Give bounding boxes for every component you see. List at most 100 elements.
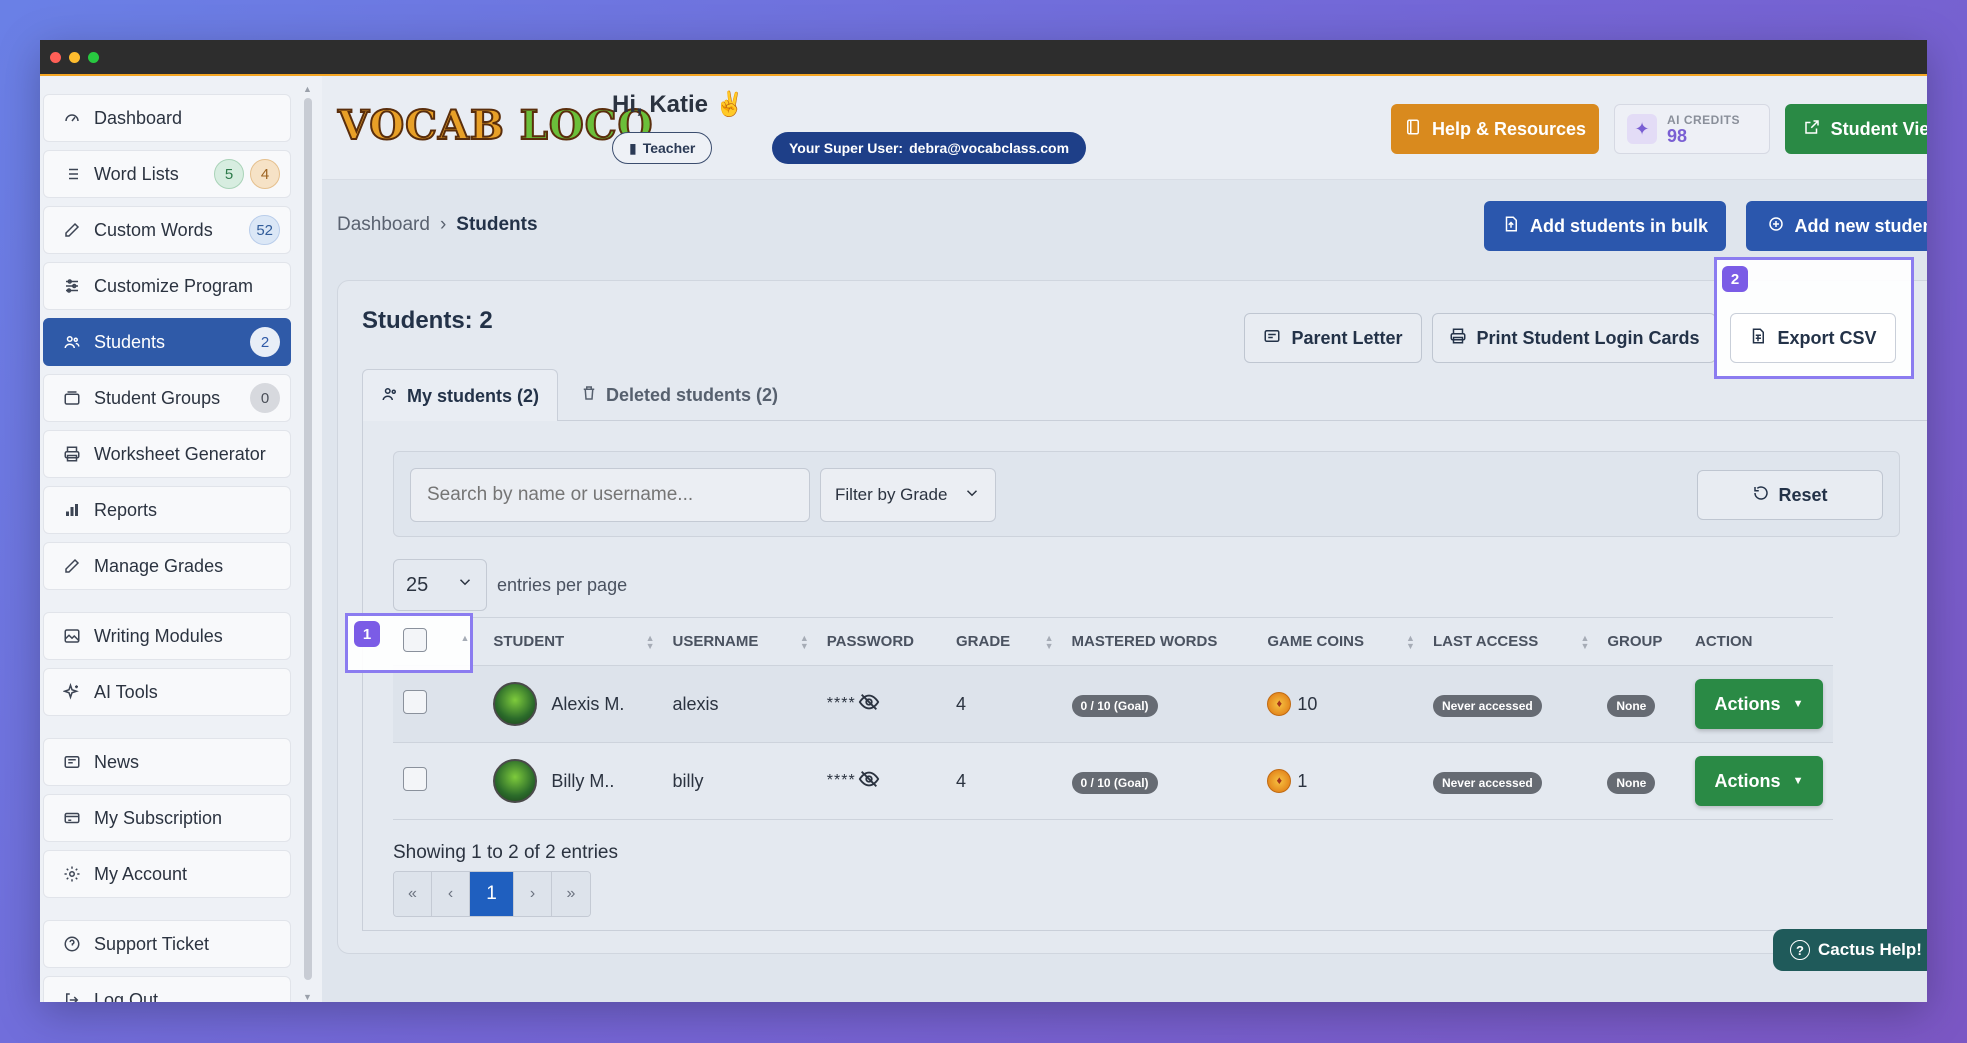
prev-page-button[interactable]: ‹ [432,872,470,916]
select-all-checkbox[interactable] [403,627,427,652]
last-page-button[interactable]: » [552,872,590,916]
sidebar-item-worksheet-generator[interactable]: Worksheet Generator [43,430,291,478]
eye-off-icon[interactable] [858,691,880,718]
cactus-help-button[interactable]: ? Cactus Help! [1773,929,1927,971]
search-input[interactable] [410,468,810,522]
student-view-button[interactable]: Student View [1785,104,1927,154]
page-1-button[interactable]: 1 [470,872,514,916]
reset-button[interactable]: Reset [1697,470,1883,520]
ai-credits-widget[interactable]: ✦ AI CREDITS 98 [1614,104,1770,154]
vocab-loco-logo[interactable]: VOCAB LOCO [337,101,653,150]
sidebar-item-log-out[interactable]: Log Out [43,976,291,1002]
sidebar-item-label: Students [94,331,166,352]
column-header-group: Group [1597,617,1685,666]
column-header-password: Password [816,617,946,666]
table-info: Showing 1 to 2 of 2 entries [393,842,618,863]
sidebar-scrollbar[interactable]: ▲ ▼ [303,84,312,1002]
sidebar-item-student-groups[interactable]: Student Groups 0 [43,374,291,422]
column-header-action: Action [1685,617,1833,666]
sidebar-item-label: Custom Words [94,219,213,240]
scroll-up-icon[interactable]: ▲ [303,84,312,94]
sidebar-item-reports[interactable]: Reports [43,486,291,534]
sidebar-item-news[interactable]: News [43,738,291,786]
add-students-bulk-button[interactable]: Add students in bulk [1484,201,1726,251]
users-icon [381,385,399,408]
mastered-badge: 0 / 10 (Goal) [1071,694,1158,717]
next-page-button[interactable]: › [514,872,552,916]
mastered-badge: 0 / 10 (Goal) [1071,771,1158,794]
sidebar-item-writing-modules[interactable]: Writing Modules [43,612,291,660]
tab-my-students[interactable]: My students (2) [362,369,559,422]
select-all-header: ▲ [393,617,484,666]
count-badge: 52 [249,215,280,245]
sidebar-item-ai-tools[interactable]: AI Tools [43,668,291,716]
external-link-icon [1803,118,1821,141]
students-tab-panel: Filter by Grade Reset 25 entries per pag… [345,421,1927,931]
printer-icon [62,444,82,464]
top-header: VOCAB LOCO Hi, Katie ✌️ ▮ Teacher Your S… [322,76,1927,180]
sidebar-item-dashboard[interactable]: Dashboard [43,94,291,142]
column-header-student[interactable]: Student ▲ ▼ [483,617,663,666]
sidebar-item-custom-words[interactable]: Custom Words 52 [43,206,291,254]
sidebar-item-students[interactable]: Students 2 [43,318,291,366]
main-content: VOCAB LOCO Hi, Katie ✌️ ▮ Teacher Your S… [322,76,1927,1002]
sidebar-item-word-lists[interactable]: Word Lists 54 [43,150,291,198]
message-icon [1263,327,1281,350]
sidebar-item-label: AI Tools [94,681,158,702]
scroll-down-icon[interactable]: ▼ [303,992,312,1002]
greeting-text: Hi, Katie ✌️ [612,91,745,118]
help-circle-icon: ? [1790,940,1811,960]
minimize-window-button[interactable] [69,51,80,63]
entries-per-page: 25 entries per page [393,559,627,611]
count-badge: 5 [214,159,244,189]
row-checkbox[interactable] [403,689,427,714]
sparkles-icon [62,682,82,702]
row-checkbox[interactable] [403,766,427,791]
bar-chart-icon [62,500,82,520]
student-name[interactable]: Alexis M. [551,694,624,715]
breadcrumb-dashboard-link[interactable]: Dashboard [337,214,430,236]
per-page-select[interactable]: 25 [393,559,487,611]
column-header-last-access[interactable]: Last Access ▲ ▼ [1422,617,1598,666]
help-circle-icon [62,934,82,954]
sort-icon: ▲ ▼ [799,633,809,651]
eye-off-icon[interactable] [858,768,880,795]
close-window-button[interactable] [50,51,61,63]
breadcrumb-separator: › [439,214,447,235]
annotation-marker-2: 2 [1722,266,1748,292]
student-name[interactable]: Billy M.. [551,771,614,792]
sidebar-item-support-ticket[interactable]: Support Ticket [43,920,291,968]
add-new-student-button[interactable]: Add new student [1746,201,1927,251]
parent-letter-button[interactable]: Parent Letter [1244,313,1422,363]
title-bar [40,40,1927,76]
breadcrumb-current: Students [456,214,538,235]
column-header-username[interactable]: Username ▲ ▼ [662,617,817,666]
tab-deleted-students[interactable]: Deleted students (2) [562,369,796,421]
sort-icon: ▲ ▼ [1580,633,1590,651]
actions-dropdown-button[interactable]: Actions ▼ [1695,756,1823,806]
first-page-button[interactable]: « [394,872,432,916]
column-header-game-coins[interactable]: Game Coins ▲ ▼ [1257,617,1423,666]
sliders-icon [62,276,82,296]
coin-icon: ♦ [1267,692,1292,716]
export-csv-button[interactable]: Export CSV [1730,313,1896,363]
sidebar-item-my-account[interactable]: My Account [43,850,291,898]
sidebar-scroll-thumb[interactable] [304,98,312,980]
sidebar-item-label: Word Lists [94,163,179,184]
actions-dropdown-button[interactable]: Actions ▼ [1695,679,1823,729]
grade-filter-select[interactable]: Filter by Grade [820,468,996,522]
help-resources-button[interactable]: Help & Resources [1391,104,1599,154]
sidebar-item-my-subscription[interactable]: My Subscription [43,794,291,842]
username-cell: billy [662,742,817,820]
student-avatar [493,682,538,726]
sort-icon: ▲ ▼ [1044,633,1054,651]
sidebar-item-label: My Subscription [94,807,223,828]
print-login-cards-button[interactable]: Print Student Login Cards [1432,313,1716,363]
sidebar-item-manage-grades[interactable]: Manage Grades [43,542,291,590]
sort-icon[interactable]: ▲ [460,634,469,643]
sidebar-item-label: Customize Program [94,275,254,296]
sidebar-item-customize-program[interactable]: Customize Program [43,262,291,310]
column-header-grade[interactable]: Grade ▲ ▼ [945,617,1062,666]
browser-window: Dashboard Word Lists 54 Custom Words 52 … [40,40,1927,1002]
maximize-window-button[interactable] [88,51,99,63]
